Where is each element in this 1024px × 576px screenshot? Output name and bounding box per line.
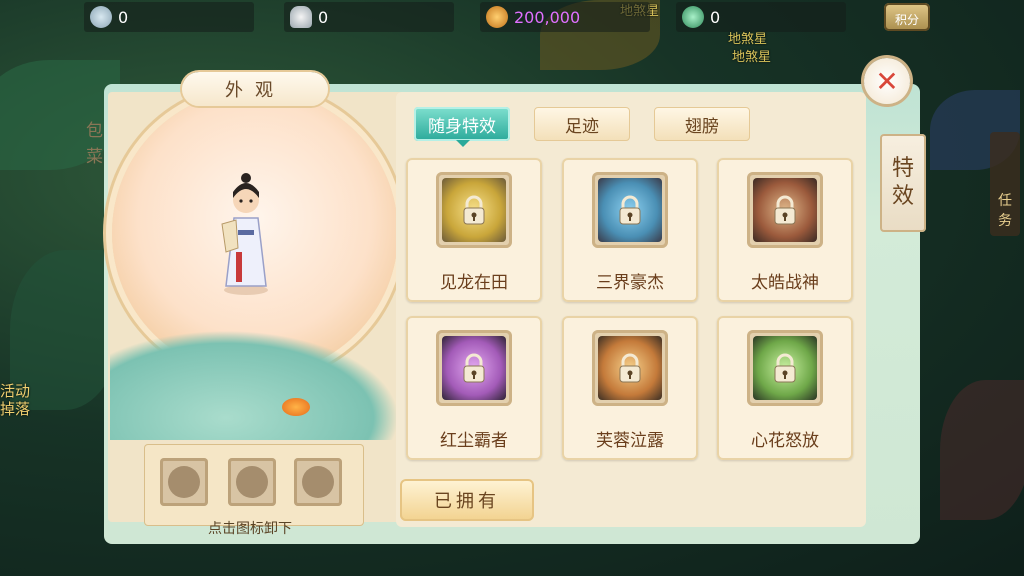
effect-name: 芙蓉泣露	[596, 431, 664, 451]
effect-name: 心花怒放	[751, 431, 819, 451]
effect-card[interactable]: 太皓战神	[717, 158, 853, 302]
effect-card[interactable]: 见龙在田	[406, 158, 542, 302]
points-label: 积分	[894, 13, 919, 27]
lock-icon	[774, 353, 796, 383]
side-tab-char: 效	[891, 184, 914, 209]
goldfish-decoration	[282, 398, 310, 416]
currency-1-value: 0	[118, 7, 129, 27]
owned-filter-button[interactable]: 已拥有	[400, 479, 534, 521]
background-label: 掉落	[0, 400, 31, 418]
currency-4-value: 0	[710, 7, 721, 27]
unequip-hint: 点击图标卸下	[208, 521, 292, 537]
wave-decoration	[110, 330, 400, 440]
task-button[interactable]: 任 务	[990, 132, 1020, 236]
task-label: 任	[998, 193, 1012, 209]
effect-card[interactable]: 三界豪杰	[562, 158, 698, 302]
tab-footprint[interactable]: 足迹	[534, 107, 630, 141]
side-tab-char: 特	[891, 156, 914, 181]
currency-1[interactable]: 0	[84, 2, 254, 32]
effect-card[interactable]: 红尘霸者	[406, 316, 542, 460]
silver-ingot-icon	[290, 6, 312, 28]
character-avatar[interactable]	[216, 168, 276, 298]
effect-name: 见龙在田	[440, 273, 508, 293]
currency-2-value: 0	[318, 7, 329, 27]
tab-carry-effect[interactable]: 随身特效	[414, 107, 510, 141]
lock-icon	[619, 195, 641, 225]
effect-name: 红尘霸者	[440, 431, 508, 451]
effect-name: 太皓战神	[751, 273, 819, 293]
background-leaf	[940, 380, 1024, 520]
background-label: 包	[86, 121, 103, 141]
close-icon: ✕	[875, 64, 899, 98]
appearance-title-text: 外观	[225, 80, 285, 101]
background-label: 地煞星	[732, 50, 772, 65]
effect-card[interactable]: 心花怒放	[717, 316, 853, 460]
tab-wings[interactable]: 翅膀	[654, 107, 750, 141]
jade-add-icon[interactable]	[682, 6, 704, 28]
appearance-title: 外观	[182, 72, 328, 106]
equip-slot[interactable]	[160, 458, 208, 506]
equip-slot[interactable]	[228, 458, 276, 506]
lock-icon	[619, 353, 641, 383]
currency-4[interactable]: 0	[676, 2, 846, 32]
tab-label: 足迹	[565, 116, 599, 137]
lock-icon	[463, 353, 485, 383]
tab-label: 翅膀	[685, 116, 719, 137]
lock-icon	[463, 195, 485, 225]
currency-3[interactable]: 200,000	[480, 2, 650, 32]
task-label: 务	[998, 213, 1012, 229]
side-tab-effects[interactable]: 特 效	[880, 134, 926, 232]
close-button[interactable]: ✕	[864, 58, 910, 104]
background-label: 菜	[86, 147, 103, 167]
currency-2[interactable]: 0	[284, 2, 454, 32]
coin-silver-icon	[90, 6, 112, 28]
effect-card[interactable]: 芙蓉泣露	[562, 316, 698, 460]
effect-name: 三界豪杰	[596, 273, 664, 293]
owned-label: 已拥有	[434, 491, 500, 512]
equip-slot[interactable]	[294, 458, 342, 506]
copper-coin-icon	[486, 6, 508, 28]
tab-label: 随身特效	[428, 116, 496, 137]
currency-3-value: 200,000	[514, 7, 581, 27]
lock-icon	[774, 195, 796, 225]
active-tab-indicator	[456, 140, 470, 147]
points-button[interactable]: 积分	[884, 3, 930, 31]
